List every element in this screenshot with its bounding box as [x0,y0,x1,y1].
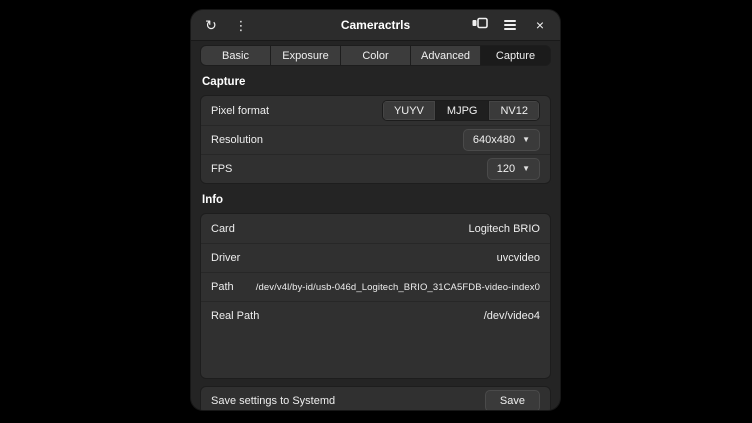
path-row: Path /dev/v4l/by-id/usb-046d_Logitech_BR… [201,272,550,301]
titlebar: ↻ ⋮ Cameractrls × [191,10,560,41]
cameractrls-window: ↻ ⋮ Cameractrls × Basic Exposure Color A… [191,10,560,410]
card-row: Card Logitech BRIO [201,214,550,243]
card-label: Card [211,222,235,235]
tab-capture[interactable]: Capture [481,46,550,65]
pixel-format-option-mjpg[interactable]: MJPG [435,101,490,120]
window-content: Basic Exposure Color Advanced Capture Ca… [191,41,560,410]
camera-window-icon [472,16,488,34]
kebab-menu-icon: ⋮ [234,17,248,33]
section-title-capture: Capture [202,76,246,88]
tab-advanced[interactable]: Advanced [411,46,481,65]
kebab-menu-button[interactable]: ⋮ [229,14,253,36]
resolution-value: 640x480 [472,134,516,146]
pixel-format-option-yuyv[interactable]: YUYV [382,101,436,120]
driver-row: Driver uvcvideo [201,243,550,272]
capture-settings-card: Pixel format YUYV MJPG NV12 Resolution 6… [200,95,551,184]
titlebar-right-group: × [468,14,552,36]
real-path-row: Real Path /dev/video4 [201,301,550,330]
save-settings-bar: Save settings to Systemd Save [200,386,551,410]
tab-bar: Basic Exposure Color Advanced Capture [200,45,551,66]
chevron-down-icon: ▼ [522,135,530,144]
chevron-down-icon: ▼ [522,164,530,173]
path-label: Path [211,281,234,293]
fps-row: FPS 120 ▼ [201,154,550,183]
resolution-row: Resolution 640x480 ▼ [201,125,550,154]
save-button[interactable]: Save [484,390,540,410]
tab-basic[interactable]: Basic [201,46,271,65]
pixel-format-label: Pixel format [211,104,270,117]
driver-label: Driver [211,252,241,264]
pixel-format-option-nv12[interactable]: NV12 [489,101,539,120]
real-path-label: Real Path [211,310,260,322]
real-path-value: /dev/video4 [483,310,540,322]
resolution-dropdown[interactable]: 640x480 ▼ [462,129,540,151]
close-button[interactable]: × [528,14,552,36]
tab-color[interactable]: Color [341,46,411,65]
refresh-button[interactable]: ↻ [199,14,223,36]
resolution-label: Resolution [211,134,263,146]
info-card: Card Logitech BRIO Driver uvcvideo Path … [200,213,551,379]
section-title-info: Info [202,194,224,206]
tab-exposure[interactable]: Exposure [271,46,341,65]
hamburger-menu-button[interactable] [498,14,522,36]
pixel-format-row: Pixel format YUYV MJPG NV12 [201,96,550,125]
titlebar-left-group: ↻ ⋮ [199,14,253,36]
fps-dropdown[interactable]: 120 ▼ [486,158,540,180]
pixel-format-segmented-control: YUYV MJPG NV12 [381,100,540,121]
refresh-icon: ↻ [205,17,217,33]
close-icon: × [535,17,545,33]
driver-value: uvcvideo [496,252,540,264]
fps-label: FPS [211,163,233,175]
hamburger-icon [504,20,516,30]
fps-value: 120 [496,163,516,175]
save-settings-label: Save settings to Systemd [211,395,336,407]
path-value: /dev/v4l/by-id/usb-046d_Logitech_BRIO_31… [255,281,540,293]
window-title: Cameractrls [340,18,411,32]
open-camera-window-button[interactable] [468,14,492,36]
card-value: Logitech BRIO [468,222,540,235]
